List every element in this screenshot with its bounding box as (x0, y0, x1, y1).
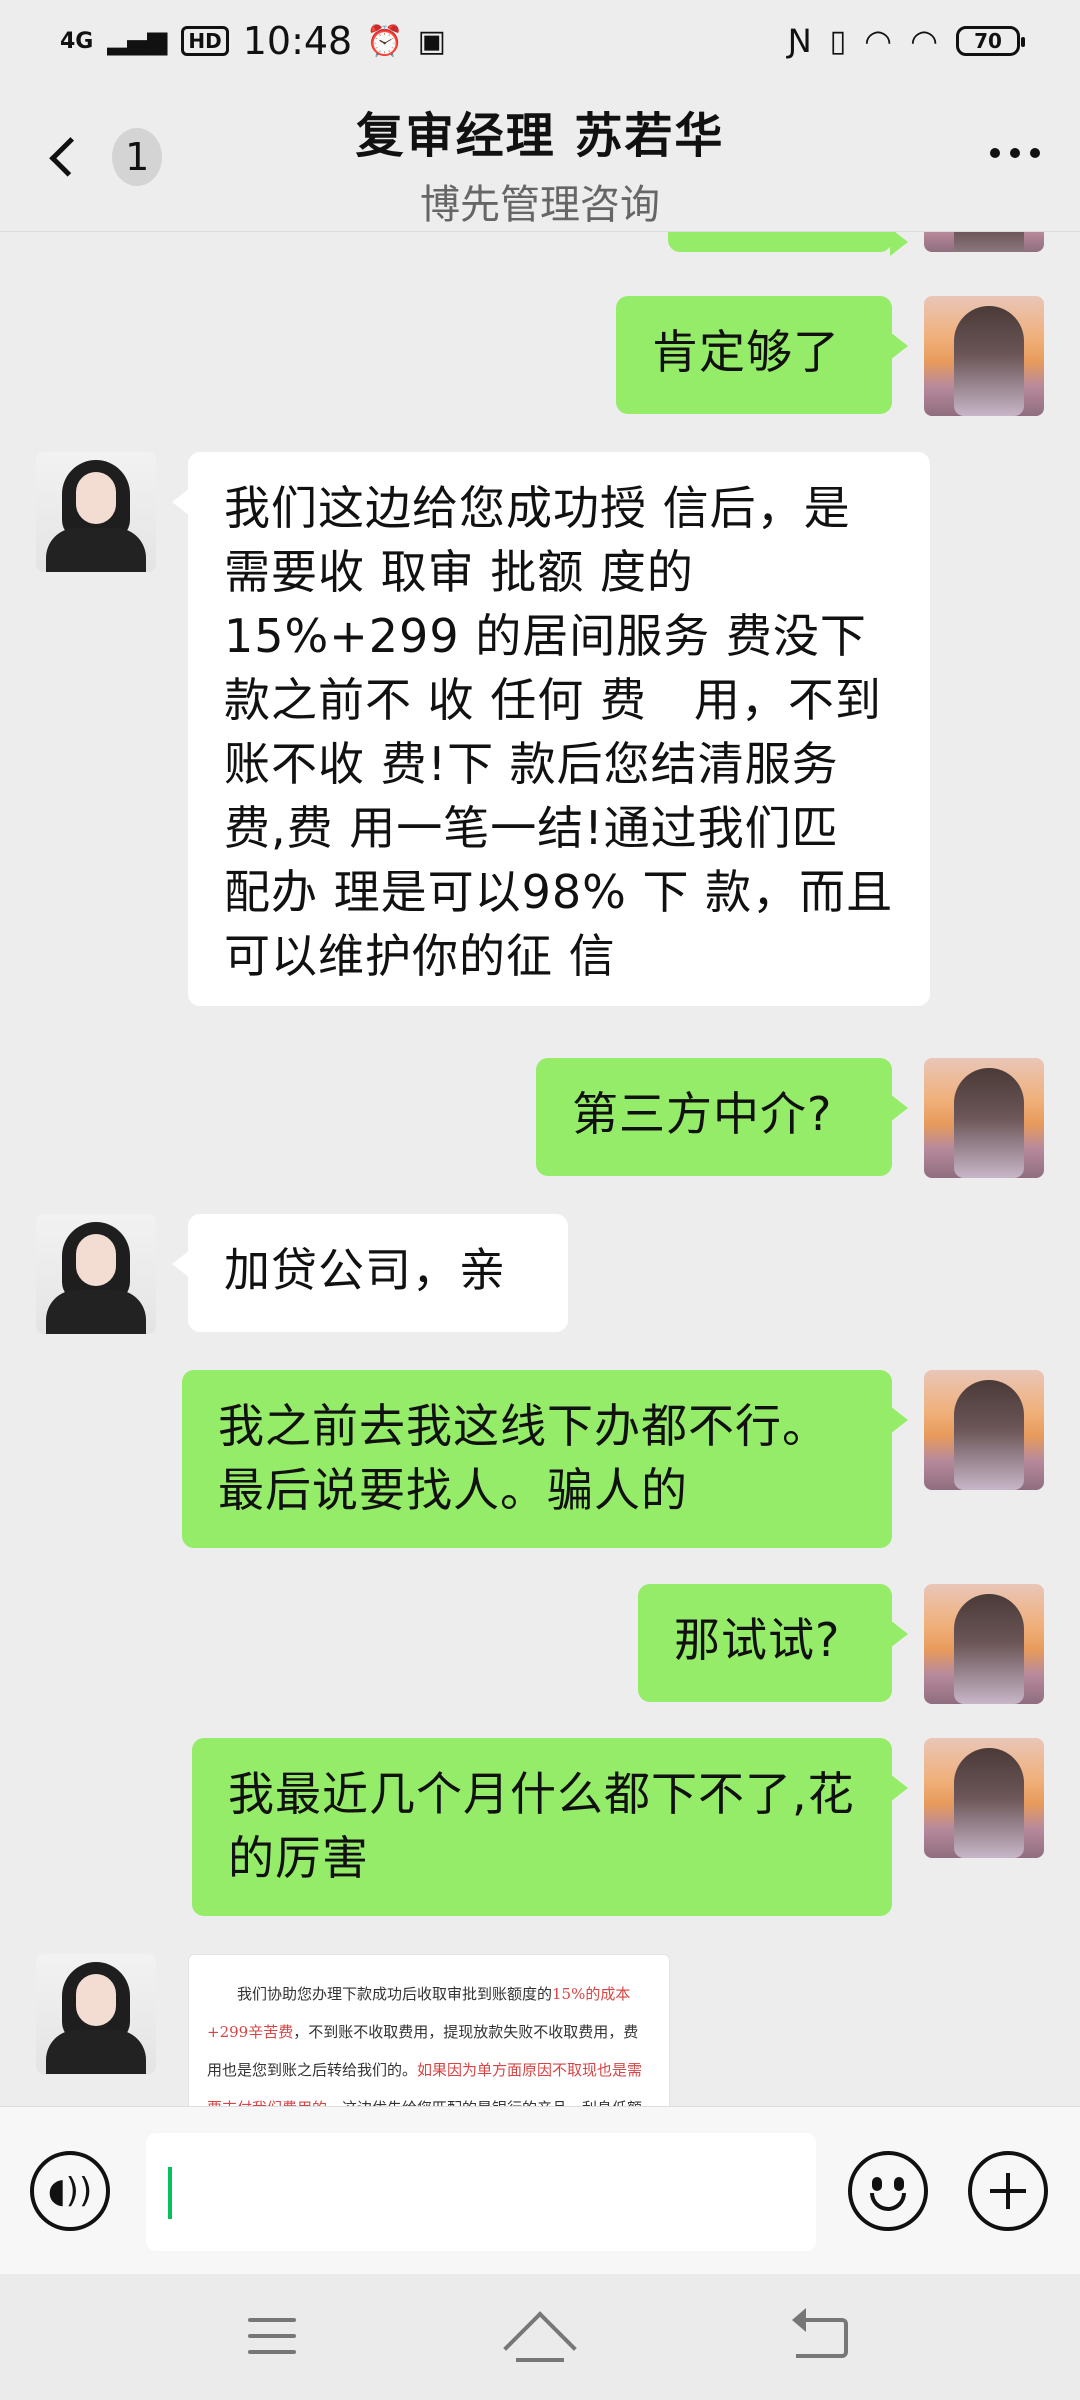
emoji-icon-eye (894, 2177, 904, 2191)
message-list[interactable]: 肯定够了 我们这边给您成功授 信后，是需要收 取审 批额 度的15%+299 的… (0, 232, 1080, 2106)
image-message-document[interactable]: 我们协助您办理下款成功后收取审批到账额度的15%的成本+299辛苦费，不到账不收… (188, 1954, 670, 2114)
message-bubble-sent[interactable]: 我之前去我这线下办都不行。最后说要找人。骗人的 (182, 1370, 908, 1548)
document-text: 我们协助您办理下款成功后收取审批到账额度的15%的成本+299辛苦费，不到账不收… (207, 1985, 643, 2113)
dot-icon (1030, 148, 1040, 158)
chat-subtitle: 博先管理咨询 (420, 182, 660, 228)
vibrate-icon: ▯ (829, 23, 847, 59)
chat-icon: ▣ (417, 23, 446, 59)
message-bubble-sent[interactable] (668, 232, 908, 256)
chat-title: 复审经理 苏若华 (355, 108, 725, 164)
message-bubble-received[interactable]: 加贷公司，亲 (172, 1214, 568, 1332)
back-button[interactable]: 1 (42, 122, 162, 192)
voice-icon: ◖)) (47, 2171, 93, 2211)
voice-input-button[interactable]: ◖)) (30, 2151, 110, 2231)
clock: 10:48 (242, 19, 353, 63)
chevron-left-icon (49, 137, 90, 177)
avatar-self[interactable] (924, 1738, 1044, 1858)
emoji-icon (872, 2177, 882, 2191)
status-right: Ɲ ▯ ◠ ◠ 70 (787, 22, 1025, 60)
status-left: 4G ▂▄▆ HD 10:48 ⏰ ▣ (60, 19, 446, 63)
message-bubble-sent[interactable]: 肯定够了 (616, 296, 908, 414)
nfc-icon: Ɲ (787, 22, 812, 60)
avatar-contact[interactable] (36, 1214, 156, 1334)
recent-apps-icon[interactable] (248, 2318, 296, 2366)
back-nav-icon[interactable] (796, 2318, 848, 2358)
title-area: 复审经理 苏若华 博先管理咨询 (200, 96, 880, 230)
chat-header: 1 复审经理 苏若华 博先管理咨询 (0, 82, 1080, 232)
text-caret (168, 2167, 172, 2219)
avatar-self[interactable] (924, 1370, 1044, 1490)
network-type: 4G (60, 28, 94, 54)
message-input[interactable] (146, 2133, 816, 2251)
system-nav-bar (0, 2274, 1080, 2400)
emoji-icon-mouth (870, 2193, 906, 2211)
emoji-button[interactable] (848, 2151, 928, 2231)
message-bubble-sent[interactable]: 我最近几个月什么都下不了,花的厉害 (192, 1738, 908, 1916)
signal-icon: ▂▄▆ (107, 26, 168, 56)
message-bubble-sent[interactable]: 那试试? (638, 1584, 908, 1702)
input-bar: ◖)) (0, 2106, 1080, 2274)
battery-indicator: 70 (956, 26, 1025, 56)
avatar-self[interactable] (924, 232, 1044, 252)
alarm-icon: ⏰ (366, 23, 404, 59)
message-bubble-sent[interactable]: 第三方中介? (536, 1058, 908, 1176)
unread-count-badge: 1 (112, 128, 162, 186)
message-bubble-received[interactable]: 我们这边给您成功授 信后，是需要收 取审 批额 度的15%+299 的居间服务 … (172, 452, 930, 1006)
avatar-self[interactable] (924, 1584, 1044, 1704)
dot-icon (990, 148, 1000, 158)
avatar-contact[interactable] (36, 1954, 156, 2074)
avatar-self[interactable] (924, 1058, 1044, 1178)
home-icon[interactable] (503, 2311, 577, 2385)
more-options-button[interactable] (990, 148, 1040, 158)
status-bar: 4G ▂▄▆ HD 10:48 ⏰ ▣ Ɲ ▯ ◠ ◠ 70 (0, 0, 1080, 82)
hd-badge: HD (181, 26, 229, 56)
more-actions-button[interactable] (968, 2151, 1048, 2231)
avatar-self[interactable] (924, 296, 1044, 416)
dot-icon (1010, 148, 1020, 158)
wifi-icon: ◠ (864, 22, 893, 60)
wifi-icon: ◠ (910, 22, 938, 60)
avatar-contact[interactable] (36, 452, 156, 572)
